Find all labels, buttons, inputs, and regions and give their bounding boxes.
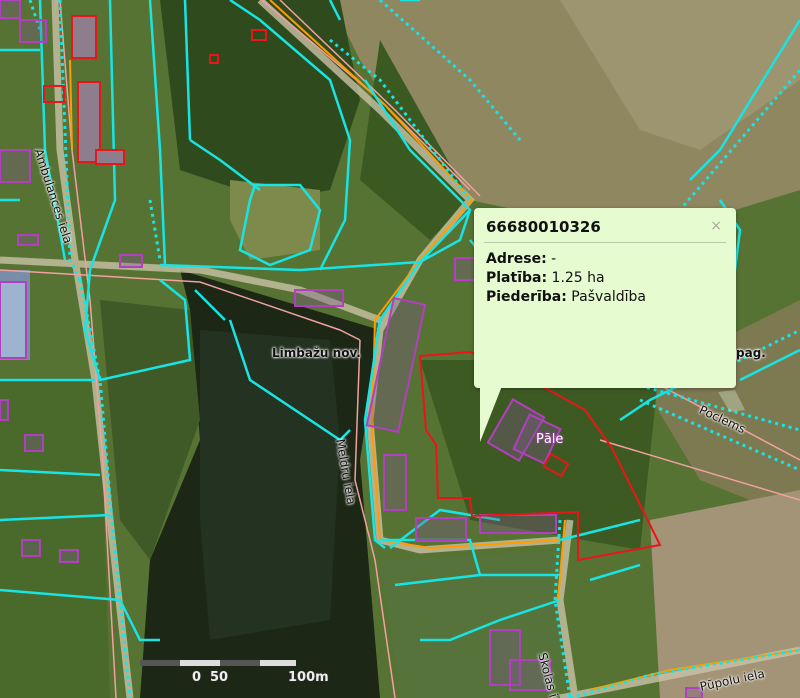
scale-label-100: 100m [288, 670, 329, 685]
close-icon[interactable]: × [710, 218, 722, 234]
parcel-info-popup: 66680010326 × Adrese: - Platība: 1.25 ha… [474, 208, 736, 442]
map-view[interactable]: Limbažu nov. pag. Pāle Ambulances iela M… [0, 0, 800, 698]
ownership-row: Piederība: Pašvaldība [486, 289, 646, 305]
scale-label-50: 50 [210, 670, 229, 685]
scale-label-0: 0 [192, 670, 202, 685]
address-row: Adrese: - [486, 251, 557, 267]
popup-divider [484, 242, 726, 243]
edge-label: pag. [736, 346, 766, 360]
popup-pointer [480, 386, 502, 442]
place-label: Pāle [536, 432, 564, 447]
popup-title: 66680010326 [486, 218, 601, 236]
area-row: Platība: 1.25 ha [486, 270, 605, 286]
municipality-label: Limbažu nov. [272, 346, 361, 360]
popup-details: Adrese: - Platība: 1.25 ha Piederība: Pa… [486, 250, 646, 307]
